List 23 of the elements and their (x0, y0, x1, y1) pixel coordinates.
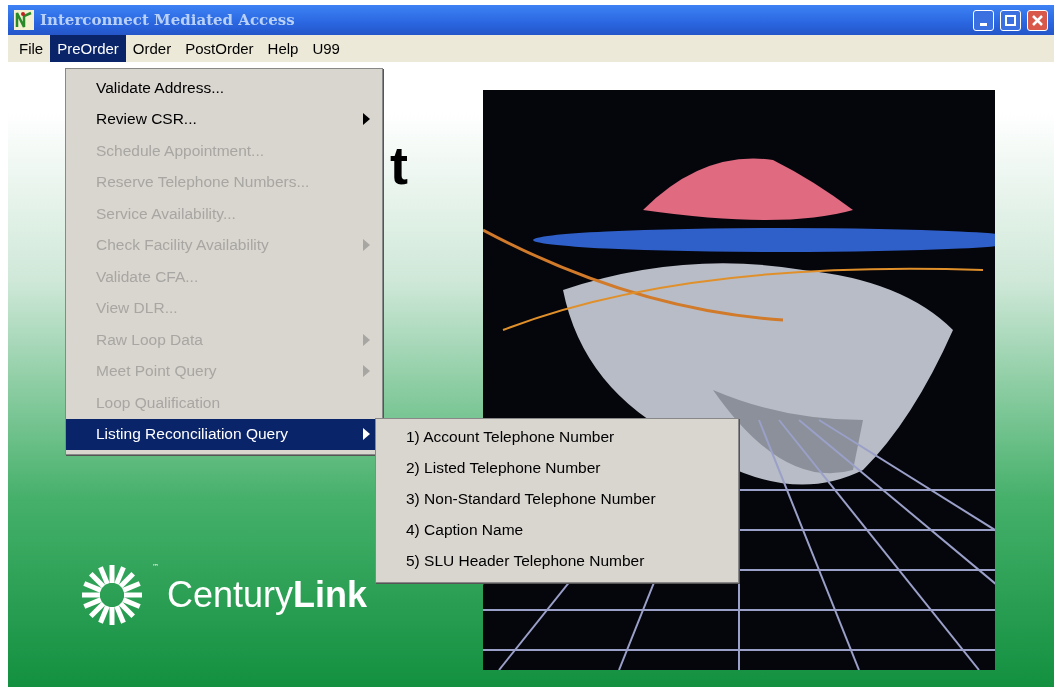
close-button[interactable] (1027, 9, 1048, 31)
menu-item[interactable]: 2) Listed Telephone Number (376, 452, 738, 483)
minimize-button[interactable] (973, 9, 994, 31)
logo-text: CenturyLink (167, 574, 368, 616)
maximize-button[interactable] (1000, 9, 1021, 31)
menu-bar-item[interactable]: U99 (305, 35, 347, 62)
heading-text: t (390, 138, 408, 192)
menu-bar-item[interactable]: PostOrder (178, 35, 261, 62)
menu-bar-item[interactable]: Help (260, 35, 306, 62)
menu-bar-item[interactable]: Order (125, 35, 179, 62)
sunburst-logo-icon (80, 563, 144, 627)
app-logo-icon (14, 10, 34, 30)
close-icon (1032, 14, 1043, 26)
minimize-icon (980, 22, 987, 26)
menu-bar-item[interactable]: PreOrder (50, 35, 126, 62)
window-title: Interconnect Mediated Access (40, 11, 296, 29)
menu-item[interactable]: 5) SLU Header Telephone Number (376, 545, 738, 576)
menu-item[interactable]: Validate Address... (66, 72, 382, 104)
menu-bar-item[interactable]: File (12, 35, 51, 62)
menu-item[interactable]: Review CSR... (66, 103, 382, 135)
menu-item[interactable]: 4) Caption Name (376, 514, 738, 545)
menu-item[interactable]: 3) Non-Standard Telephone Number (376, 483, 738, 514)
maximize-icon (1005, 14, 1016, 26)
